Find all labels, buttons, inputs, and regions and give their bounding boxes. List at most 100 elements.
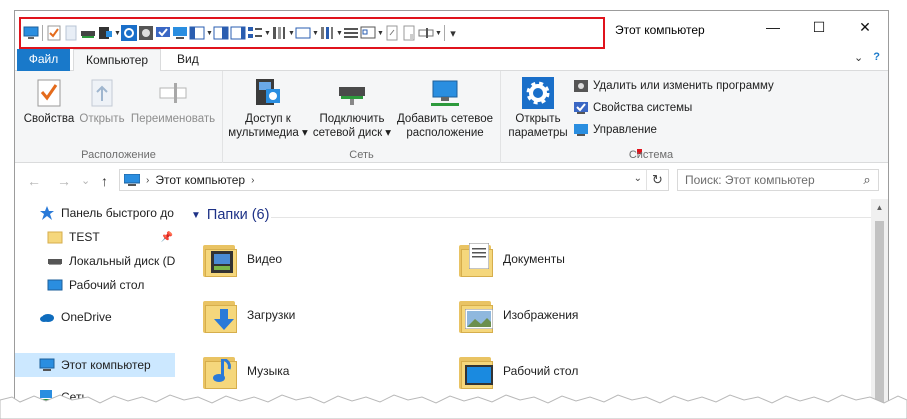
- forward-button[interactable]: →: [57, 173, 71, 189]
- folder-item-downloads[interactable]: Загрузки: [201, 295, 295, 335]
- title-bar: ▼ ▼ ▼ ▼ ▼ ▼ ▼ ▼ ▾ Этот компьютер — ☐ ✕: [15, 11, 888, 49]
- open-settings-button[interactable]: Открыть параметры: [505, 75, 571, 140]
- nav-item-quick-access[interactable]: Панель быстрого до: [15, 201, 175, 225]
- open-settings-label-1: Открыть: [515, 113, 561, 125]
- chevron-down-icon[interactable]: ▼: [191, 210, 201, 221]
- star-icon: [39, 205, 55, 221]
- back-button[interactable]: ←: [27, 173, 41, 189]
- folder-name: Рабочий стол: [503, 364, 579, 378]
- blank-page-icon[interactable]: [63, 25, 79, 41]
- system-icon[interactable]: [155, 25, 171, 41]
- details-icon[interactable]: [230, 25, 246, 41]
- search-icon[interactable]: ⌕: [856, 172, 878, 188]
- tab-computer[interactable]: Компьютер: [73, 49, 162, 72]
- preview-icon[interactable]: [213, 25, 229, 41]
- music-folder-icon: [201, 351, 241, 391]
- refresh-button[interactable]: ↻: [646, 170, 668, 190]
- nav-item-onedrive[interactable]: OneDrive: [15, 305, 175, 329]
- nav-item-this-pc[interactable]: Этот компьютер: [15, 353, 175, 377]
- layout-icon[interactable]: [247, 25, 263, 41]
- up-button[interactable]: ↑: [101, 173, 108, 189]
- documents-folder-icon: [457, 239, 497, 279]
- maximize-button[interactable]: ☐: [796, 11, 842, 43]
- chevron-down-icon[interactable]: ▼: [264, 30, 271, 37]
- chevron-down-icon[interactable]: ▼: [435, 30, 442, 37]
- size-icon[interactable]: [343, 25, 359, 41]
- add-network-location-button[interactable]: Добавить сетевое расположение: [393, 75, 497, 140]
- ribbon-tabs: Файл Компьютер Вид ⌄ ?: [15, 49, 888, 72]
- map-drive-button[interactable]: Подключить сетевой диск ▾: [311, 75, 393, 140]
- folder-name: Музыка: [247, 364, 290, 378]
- vertical-scrollbar[interactable]: ▲: [871, 199, 888, 409]
- system-properties-button[interactable]: Свойства системы: [573, 98, 692, 118]
- minimize-button[interactable]: —: [750, 11, 796, 43]
- nav-item-local-disk[interactable]: Локальный диск (D: [15, 249, 175, 273]
- properties-label: Свойства: [23, 113, 75, 125]
- recent-locations-button[interactable]: ⌄: [81, 174, 90, 187]
- collapse-ribbon-button[interactable]: ⌄: [854, 51, 863, 64]
- chevron-down-icon[interactable]: ▼: [114, 30, 121, 37]
- section-header-folders[interactable]: ▼ Папки (6): [191, 207, 871, 223]
- tab-view[interactable]: Вид: [165, 49, 211, 71]
- nav-item-desktop[interactable]: Рабочий стол: [15, 273, 175, 297]
- folder-item-documents[interactable]: Документы: [457, 239, 565, 279]
- group-icon[interactable]: [319, 25, 335, 41]
- page-icon[interactable]: [384, 25, 400, 41]
- network-icon[interactable]: [172, 25, 188, 41]
- window-title: Этот компьютер: [615, 23, 705, 37]
- close-button[interactable]: ✕: [842, 11, 888, 43]
- help-button[interactable]: ?: [873, 51, 880, 64]
- folder-item-desktop[interactable]: Рабочий стол: [457, 351, 578, 391]
- uninstall-program-button[interactable]: Удалить или изменить программу: [573, 76, 774, 96]
- columns-icon[interactable]: [271, 25, 287, 41]
- address-bar[interactable]: › Этот компьютер › ⌄ ↻: [119, 169, 669, 191]
- pane-icon[interactable]: [189, 25, 205, 41]
- open-settings-label-2: параметры: [508, 127, 568, 139]
- search-input[interactable]: Поиск: Этот компьютер ⌕: [677, 169, 879, 191]
- folder-item-music[interactable]: Музыка: [201, 351, 289, 391]
- pin-icon[interactable]: 📌: [161, 232, 173, 243]
- properties-button[interactable]: Свойства: [23, 75, 75, 126]
- disk-icon[interactable]: [138, 25, 154, 41]
- folder-item-video[interactable]: Видео: [201, 239, 282, 279]
- open-icon: [86, 77, 118, 109]
- chevron-right-icon[interactable]: ›: [251, 175, 254, 186]
- settings-icon[interactable]: [121, 25, 137, 41]
- properties-icon[interactable]: [46, 25, 62, 41]
- nav-item-label: Локальный диск (D: [69, 254, 175, 268]
- group-network: Доступ к мультимедиа ▾ Подключить сетево…: [223, 71, 501, 163]
- open-button[interactable]: Открыть: [77, 75, 127, 126]
- checkbox-icon[interactable]: [360, 25, 376, 41]
- view-icon[interactable]: [295, 25, 311, 41]
- nav-item-test[interactable]: TEST 📌: [15, 225, 175, 249]
- customize-toolbar-button[interactable]: ▾: [448, 27, 458, 40]
- address-dropdown-button[interactable]: ⌄: [634, 173, 642, 184]
- chevron-down-icon[interactable]: ▼: [288, 30, 295, 37]
- chevron-down-icon[interactable]: ▼: [377, 30, 384, 37]
- computer-icon[interactable]: [23, 25, 39, 41]
- add-location-label-1: Добавить сетевое: [396, 113, 494, 125]
- nav-item-label: Рабочий стол: [69, 278, 145, 292]
- media-icon[interactable]: [97, 25, 113, 41]
- chevron-down-icon[interactable]: ▼: [336, 30, 343, 37]
- rename-button[interactable]: Переименовать: [127, 75, 219, 126]
- scrollbar-thumb[interactable]: [875, 221, 884, 409]
- video-folder-icon: [201, 239, 241, 279]
- media-access-button[interactable]: Доступ к мультимедиа ▾: [227, 75, 309, 140]
- tab-file[interactable]: Файл: [17, 49, 70, 71]
- torn-edge-decoration: [0, 394, 907, 419]
- chevron-down-icon[interactable]: ▼: [312, 30, 319, 37]
- group-label-system: Система: [628, 149, 674, 161]
- drive-icon[interactable]: [80, 25, 96, 41]
- drive-icon: [47, 253, 63, 269]
- page2-icon[interactable]: [401, 25, 417, 41]
- scroll-up-icon[interactable]: ▲: [871, 203, 888, 212]
- breadcrumb[interactable]: Этот компьютер: [155, 173, 245, 187]
- folder-name: Документы: [503, 252, 565, 266]
- chevron-down-icon[interactable]: ▼: [206, 30, 213, 37]
- folder-item-pictures[interactable]: Изображения: [457, 295, 578, 335]
- chevron-right-icon[interactable]: ›: [146, 175, 149, 186]
- group-location: Свойства Открыть Переименовать Расположе…: [15, 71, 223, 163]
- manage-button[interactable]: Управление: [573, 120, 657, 140]
- options-icon[interactable]: [418, 25, 434, 41]
